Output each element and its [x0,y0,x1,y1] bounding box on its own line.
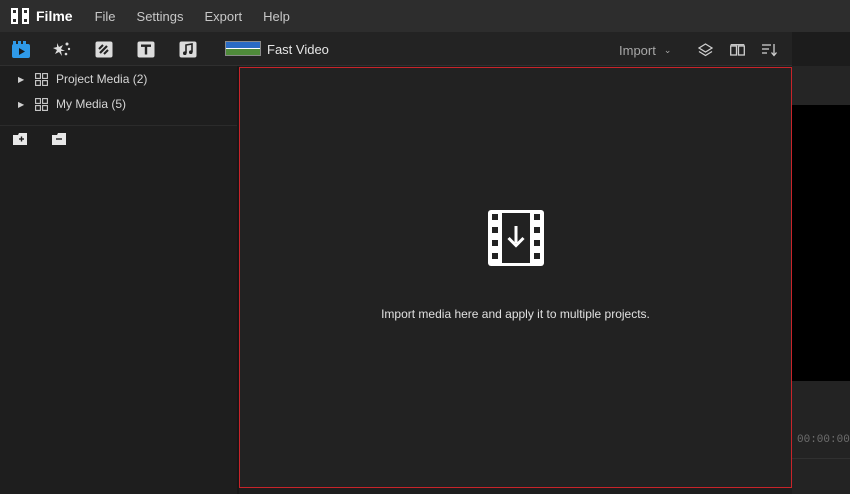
sort-icon[interactable] [761,42,777,58]
transition-icon[interactable] [95,40,113,58]
sidebar-item-my-media[interactable]: ▶ My Media (5) [18,95,126,113]
layers-icon[interactable] [697,42,713,58]
app-logo: Filme [10,7,73,25]
sidebar-item-label: Project Media (2) [56,72,148,86]
text-icon[interactable] [137,40,155,58]
timecode-display: 00:00:00:00 [797,434,850,446]
expand-arrow-icon[interactable]: ▶ [18,100,32,109]
import-film-icon [488,210,544,266]
import-dropdown[interactable]: Import ⌄ [619,43,671,58]
preview-toolbar [792,32,850,66]
fast-video-icon[interactable] [225,41,261,56]
sidebar-divider [0,125,237,126]
sidebar-item-project-media[interactable]: ▶ Project Media (2) [18,70,147,88]
grid-icon [35,97,48,111]
preview-divider [792,458,850,459]
music-icon[interactable] [179,40,197,58]
import-label: Import [619,43,656,58]
new-folder-icon[interactable] [13,133,27,145]
split-view-icon[interactable] [729,42,745,58]
menu-export[interactable]: Export [205,9,243,24]
menu-settings[interactable]: Settings [137,9,184,24]
fast-video-button[interactable]: Fast Video [267,42,329,57]
media-icon[interactable] [12,40,30,58]
chevron-down-icon: ⌄ [663,45,672,55]
effects-icon[interactable] [53,40,71,58]
media-toolbar [0,32,792,66]
menu-bar: Filme File Settings Export Help [0,0,850,32]
preview-header [792,66,850,105]
preview-player[interactable] [792,105,850,381]
filme-logo-icon [11,8,29,24]
expand-arrow-icon[interactable]: ▶ [18,75,32,84]
empty-state-message: Import media here and apply it to multip… [381,307,650,321]
app-title: Filme [36,8,73,24]
media-drop-area[interactable]: Import media here and apply it to multip… [239,67,792,488]
menu-file[interactable]: File [95,9,116,24]
sidebar-item-label: My Media (5) [56,97,127,111]
grid-icon [35,72,48,86]
delete-folder-icon[interactable] [52,133,66,145]
media-library-panel: ▶ Project Media (2) ▶ My Media (5) [0,67,237,494]
menu-help[interactable]: Help [263,9,290,24]
